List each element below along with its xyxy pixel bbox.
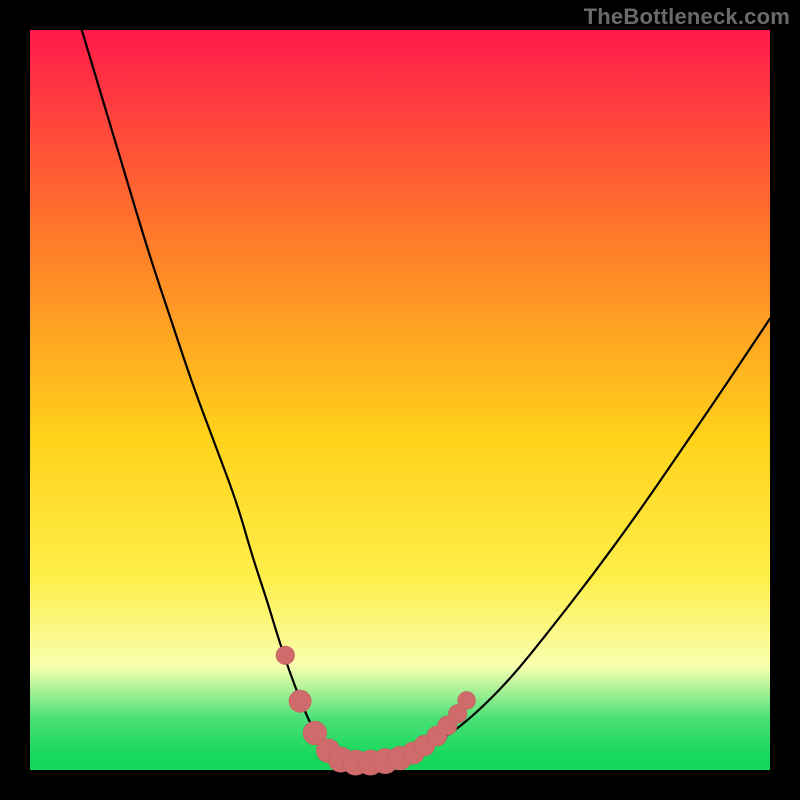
bottleneck-chart — [0, 0, 800, 800]
curve-marker — [458, 692, 476, 710]
chart-stage: TheBottleneck.com — [0, 0, 800, 800]
plot-background — [30, 30, 770, 770]
watermark-text: TheBottleneck.com — [584, 4, 790, 30]
curve-marker — [276, 646, 295, 665]
curve-marker — [289, 690, 311, 712]
